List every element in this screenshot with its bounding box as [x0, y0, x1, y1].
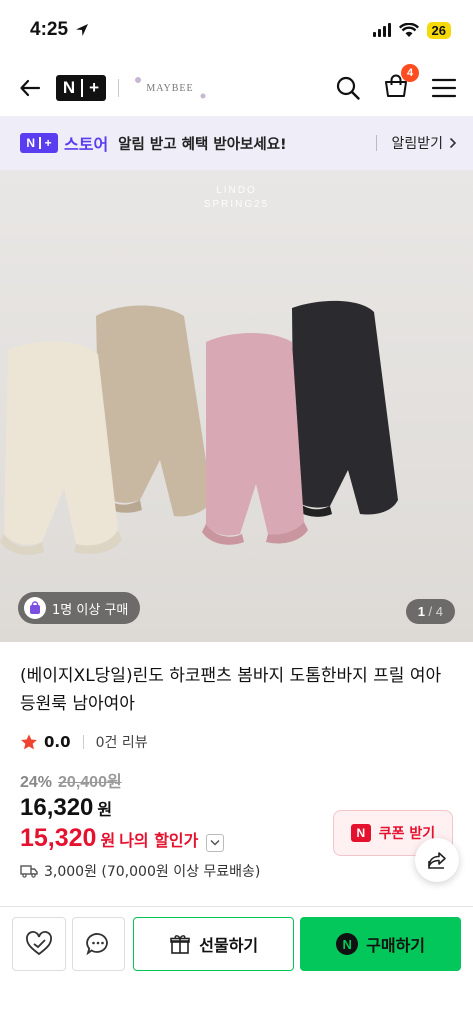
- product-title: (베이지XL당일)린도 하코팬츠 봄바지 도톰한바지 프릴 여아 등원룩 남아여…: [20, 666, 442, 714]
- gift-icon: [170, 935, 191, 954]
- flower-icon: [135, 77, 141, 83]
- back-arrow-icon: [20, 79, 41, 97]
- notify-me-label: 알림받기: [391, 136, 443, 152]
- chat-button[interactable]: [71, 917, 126, 971]
- battery-icon: 26: [426, 21, 451, 39]
- image-watermark: LINDO SPRING25: [0, 184, 473, 212]
- truck-icon: [20, 865, 38, 878]
- chat-icon: [86, 933, 109, 956]
- share-button[interactable]: [415, 838, 459, 882]
- shipping-text: 3,000원 (70,000원 이상 무료배송): [44, 864, 261, 880]
- buy-button[interactable]: N 구매하기: [300, 917, 462, 971]
- back-button[interactable]: [16, 74, 44, 102]
- clock: 4:25: [30, 19, 69, 40]
- rating-score: 0.0: [44, 733, 71, 751]
- heart-check-icon: [25, 931, 52, 956]
- banner-message: 알림 받고 혜택 받아보세요!: [118, 136, 287, 153]
- watermark-line2: SPRING25: [203, 199, 270, 210]
- buy-label: 구매하기: [366, 936, 426, 955]
- pager-total: 4: [435, 604, 443, 619]
- sale-price-unit: 원: [97, 800, 113, 819]
- status-time: 4:25: [30, 19, 90, 41]
- chevron-down-icon[interactable]: [206, 833, 225, 852]
- naver-pay-icon: N: [336, 933, 359, 955]
- wifi-icon: [398, 22, 419, 37]
- top-nav: N + MAYBEE 4: [0, 60, 473, 116]
- notify-me-button[interactable]: 알림받기: [376, 133, 457, 153]
- my-discount-label: 나의 할인가: [119, 831, 199, 850]
- banner-divider: [376, 135, 378, 151]
- rating-row[interactable]: 0.0 0건 리뷰: [20, 732, 453, 752]
- store-badge: N +: [20, 133, 58, 153]
- flower-icon: [200, 93, 206, 99]
- shopping-bag-icon: [24, 597, 46, 619]
- product-image-carousel[interactable]: LINDO SPRING25 1명 이상 구매 1 / 4: [0, 170, 473, 642]
- status-indicators: 26: [372, 21, 451, 39]
- my-price-unit: 원: [100, 831, 116, 850]
- bottom-action-bar: 선물하기 N 구매하기: [0, 906, 473, 1024]
- coupon-n-badge: N: [350, 824, 371, 842]
- store-name: 스토어: [64, 135, 109, 154]
- product-photo: [0, 170, 473, 642]
- watermark-line1: LINDO: [216, 185, 257, 196]
- gift-button[interactable]: 선물하기: [133, 917, 295, 971]
- image-pager: 1 / 4: [405, 599, 455, 624]
- buyer-count-badge: 1명 이상 구매: [18, 592, 141, 624]
- buyer-count-label: 1명 이상 구매: [52, 602, 129, 618]
- naver-plus-logo[interactable]: N +: [56, 75, 106, 101]
- cart-count-badge: 4: [401, 64, 419, 82]
- wishlist-button[interactable]: [12, 917, 66, 971]
- menu-icon[interactable]: [431, 77, 457, 99]
- header-divider: [118, 79, 119, 97]
- share-icon: [428, 852, 446, 869]
- notification-banner[interactable]: N + 스토어 알림 받고 혜택 받아보세요! 알림받기: [0, 116, 473, 170]
- rating-divider: [82, 735, 84, 749]
- chevron-right-icon: [449, 137, 457, 149]
- star-icon: [21, 734, 37, 750]
- sale-price: 16,320: [20, 794, 94, 821]
- brand-name: MAYBEE: [146, 82, 194, 94]
- cart-button[interactable]: 4: [383, 64, 419, 103]
- search-icon[interactable]: [335, 75, 361, 101]
- discount-row: 24% 20,400원: [20, 768, 453, 792]
- status-bar: 4:25 26: [0, 0, 473, 60]
- signal-icon: [372, 23, 391, 37]
- original-price: 20,400원: [58, 774, 122, 791]
- shipping-info: 3,000원 (70,000원 이상 무료배송): [20, 861, 453, 881]
- gift-label: 선물하기: [199, 936, 259, 955]
- my-discount-price: 15,320: [20, 824, 97, 852]
- review-count[interactable]: 0건 리뷰: [96, 732, 148, 752]
- header-actions: 4: [335, 64, 457, 103]
- naver-store-logo: N + 스토어: [20, 131, 108, 155]
- location-arrow-icon: [76, 24, 89, 36]
- discount-percent: 24%: [20, 774, 53, 791]
- product-page: 4:25 26 N + MAYBEE 4 N + 스토어 알림 받고 혜택 받아…: [0, 0, 473, 1024]
- brand-logo[interactable]: MAYBEE: [131, 73, 209, 103]
- pager-current: 1: [417, 604, 425, 619]
